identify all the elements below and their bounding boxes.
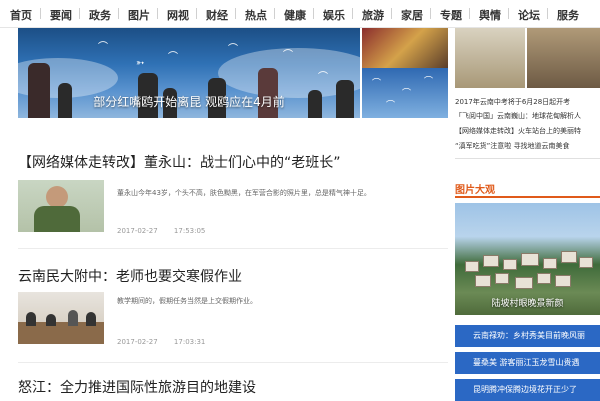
article-thumbnail[interactable] bbox=[18, 180, 104, 232]
nav-item-health[interactable]: 健康 bbox=[284, 7, 306, 23]
nav-item-forum[interactable]: 论坛 bbox=[518, 7, 540, 23]
house bbox=[475, 275, 491, 287]
nav-separator bbox=[157, 8, 158, 19]
photo-left bbox=[455, 28, 525, 88]
article-meta: 2017-02-27 17:03:31 bbox=[117, 338, 219, 346]
house bbox=[555, 275, 571, 287]
house bbox=[465, 261, 479, 272]
student-figure bbox=[46, 314, 56, 326]
right-news-link[interactable]: “滇军吃货”注意啦 寻找地道云南美食 bbox=[455, 141, 569, 151]
house bbox=[515, 277, 533, 289]
photo-list-item[interactable]: 云南禄劝：乡村秀美目前晚风丽 bbox=[455, 325, 600, 347]
right-news-link[interactable]: 2017年云南中考将于6月28日起开考 bbox=[455, 97, 570, 107]
nav-item-finance[interactable]: 财经 bbox=[206, 7, 228, 23]
article-time: 17:03:31 bbox=[173, 338, 206, 346]
hero-side-thumbnail[interactable]: ⌒ ⌒ ⌒ ⌒ bbox=[362, 28, 448, 118]
soldier-uniform bbox=[34, 206, 80, 232]
photo-feature-caption[interactable]: 陆坡村眼晚景新颜 bbox=[455, 296, 600, 309]
house bbox=[483, 255, 499, 267]
right-top-image[interactable] bbox=[455, 28, 600, 88]
nav-separator bbox=[391, 8, 392, 19]
article-date: 2017-02-27 bbox=[117, 338, 158, 346]
nav-separator bbox=[196, 8, 197, 19]
nav-item-video[interactable]: 网视 bbox=[167, 7, 189, 23]
photo-list-item[interactable]: 昆明腾冲保腾边境花开正少了 bbox=[455, 379, 600, 401]
gull-icon: ⌒ bbox=[98, 42, 108, 53]
house bbox=[543, 258, 557, 269]
nav-separator bbox=[40, 8, 41, 19]
photo-feature-image[interactable]: 陆坡村眼晚景新颜 bbox=[455, 203, 600, 315]
nav-separator bbox=[118, 8, 119, 19]
nav-separator bbox=[469, 8, 470, 19]
nav-item-home[interactable]: 首页 bbox=[10, 7, 32, 23]
house bbox=[561, 251, 577, 263]
gull-icon: ⌒ bbox=[372, 79, 382, 89]
nav-item-travel[interactable]: 旅游 bbox=[362, 7, 384, 23]
student-figure bbox=[68, 310, 78, 326]
article-snippet: 教学期间的，假期任务当然是上交假期作业。 bbox=[117, 297, 257, 305]
photo-section-header: 图片大观 bbox=[455, 178, 600, 198]
article-title[interactable]: 云南民大附中：老师也要交寒假作业 bbox=[18, 266, 242, 286]
article-snippet: 董永山今年43岁，个头不高，肤色黝黑，在军营合影的照片里，总是精气神十足。 bbox=[117, 189, 371, 197]
house bbox=[537, 273, 551, 284]
article-time: 17:53:05 bbox=[173, 227, 206, 235]
house bbox=[495, 273, 509, 284]
nav-separator bbox=[352, 8, 353, 19]
gull-icon: ⌒ bbox=[318, 72, 328, 83]
top-nav: 首页 要闻 政务 图片 网视 财经 热点 健康 娱乐 旅游 家居 专题 舆情 论… bbox=[0, 0, 600, 28]
nav-item-service[interactable]: 服务 bbox=[557, 7, 579, 23]
nav-separator bbox=[430, 8, 431, 19]
divider bbox=[18, 362, 448, 363]
hero-caption[interactable]: 部分红嘴鸥开始离昆 观鸥应在4月前 bbox=[18, 93, 360, 110]
gulls-photo: ⌒ ⌒ ⌒ ⌒ bbox=[362, 68, 448, 118]
article-title[interactable]: 【网络媒体走转改】董永山：战士们心中的“老班长” bbox=[18, 152, 341, 172]
divider bbox=[455, 158, 600, 159]
photo-right bbox=[527, 28, 600, 88]
crowd-photo bbox=[362, 28, 448, 68]
article-meta: 2017-02-27 17:53:05 bbox=[117, 227, 219, 235]
right-news-link[interactable]: 「飞阅中国」云南巍山：地球花甸解析人 bbox=[455, 111, 581, 121]
student-figure bbox=[86, 312, 96, 326]
nav-separator bbox=[547, 8, 548, 19]
nav-item-news[interactable]: 要闻 bbox=[50, 7, 72, 23]
house bbox=[579, 257, 593, 268]
house bbox=[503, 259, 517, 270]
nav-item-pictures[interactable]: 图片 bbox=[128, 7, 150, 23]
photo-list-label: 昆明腾冲保腾边境花开正少了 bbox=[473, 385, 577, 394]
nav-separator bbox=[313, 8, 314, 19]
nav-item-hot[interactable]: 热点 bbox=[245, 7, 267, 23]
gull-icon: ⌒ bbox=[402, 89, 412, 99]
nav-item-home-life[interactable]: 家居 bbox=[401, 7, 423, 23]
student-figure bbox=[26, 312, 36, 326]
nav-separator bbox=[235, 8, 236, 19]
nav-item-government[interactable]: 政务 bbox=[89, 7, 111, 23]
house bbox=[521, 253, 539, 266]
gull-icon: ➳ bbox=[136, 58, 145, 69]
photo-list-item[interactable]: 蔓桑美 游客丽江玉龙雪山贵遇 bbox=[455, 352, 600, 374]
hero-image[interactable]: ➳ ⌒ ⌒ ⌒ ⌒ ⌒ 部分红嘴鸥开始离昆 观鸥应在4月前 bbox=[18, 28, 360, 118]
photo-section-title[interactable]: 图片大观 bbox=[455, 185, 495, 196]
photo-list-label: 蔓桑美 游客丽江玉龙雪山贵遇 bbox=[473, 358, 580, 367]
photo-list-label: 云南禄劝：乡村秀美目前晚风丽 bbox=[473, 331, 585, 340]
gull-icon: ⌒ bbox=[228, 44, 238, 55]
nav-item-entertainment[interactable]: 娱乐 bbox=[323, 7, 345, 23]
article-title[interactable]: 怒江：全力推进国际性旅游目的地建设 bbox=[18, 377, 256, 397]
nav-item-opinion[interactable]: 舆情 bbox=[479, 7, 501, 23]
soldier-face bbox=[46, 186, 68, 208]
gull-icon: ⌒ bbox=[424, 77, 434, 87]
nav-item-topics[interactable]: 专题 bbox=[440, 7, 462, 23]
divider bbox=[18, 248, 448, 249]
nav-separator bbox=[274, 8, 275, 19]
gull-icon: ⌒ bbox=[283, 50, 293, 61]
article-thumbnail[interactable] bbox=[18, 292, 104, 344]
article-date: 2017-02-27 bbox=[117, 227, 158, 235]
nav-separator bbox=[79, 8, 80, 19]
right-news-link[interactable]: 【网络媒体走转改】火车站台上的美丽特 bbox=[455, 126, 581, 136]
gull-icon: ⌒ bbox=[386, 101, 396, 111]
nav-separator bbox=[508, 8, 509, 19]
gull-icon: ⌒ bbox=[168, 52, 178, 63]
